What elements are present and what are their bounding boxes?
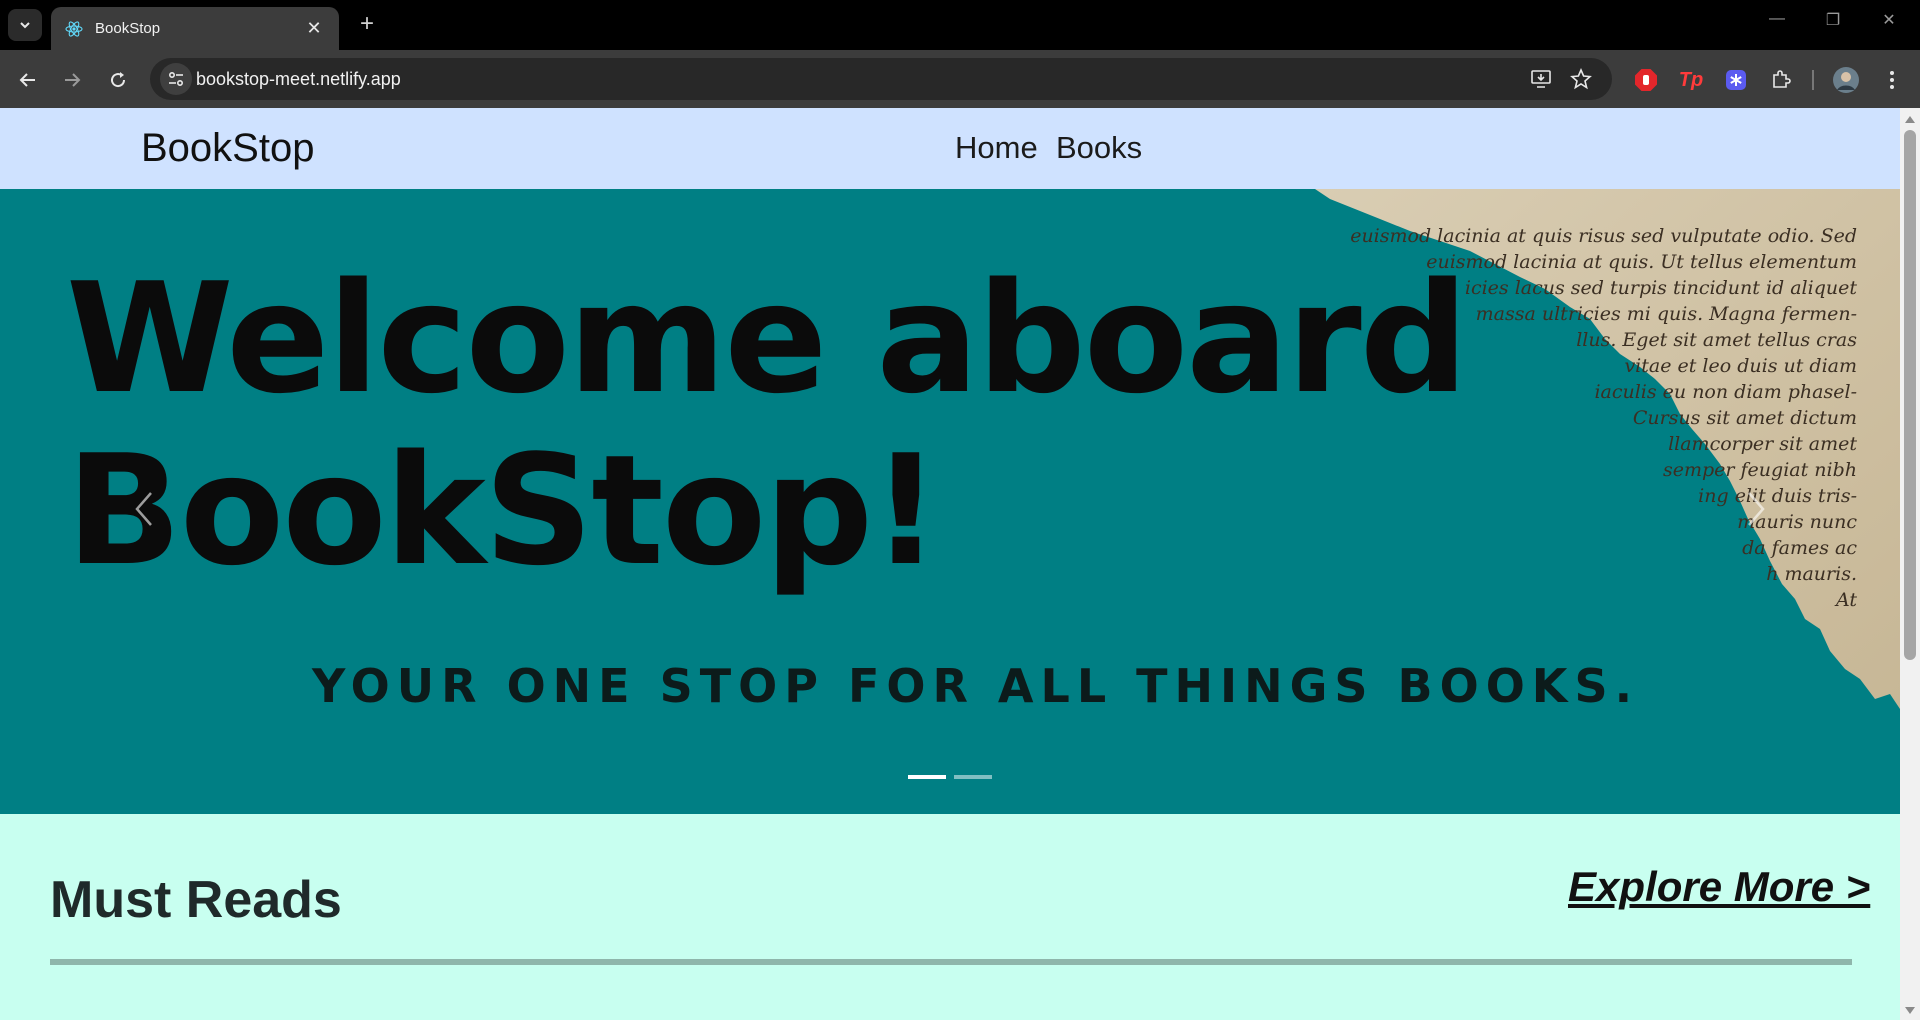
site-brand[interactable]: BookStop <box>141 126 314 171</box>
paper-text-line: h mauris. <box>1766 563 1857 585</box>
paper-text-line: iaculis eu non diam phasel- <box>1594 381 1857 403</box>
paper-text-line: vitae et leo duis ut diam <box>1624 355 1857 377</box>
paper-text-line: euismod lacinia at quis. Ut tellus eleme… <box>1426 251 1857 273</box>
tp-icon[interactable]: Tp <box>1677 66 1705 94</box>
paper-text-line: llamcorper sit amet <box>1668 433 1857 455</box>
section-divider <box>50 959 1852 965</box>
carousel-prev-button[interactable] <box>124 479 164 539</box>
paper-text-line: ing elit duis tris- <box>1698 485 1857 507</box>
asterisk-icon[interactable] <box>1722 66 1750 94</box>
back-button[interactable] <box>14 66 42 94</box>
explore-more-link[interactable]: Explore More > <box>1568 863 1870 911</box>
paper-text-line: Cursus sit amet dictum <box>1633 407 1857 429</box>
address-bar[interactable]: bookstop-meet.netlify.app <box>150 58 1612 100</box>
hero-carousel: euismod lacinia at quis risus sed vulput… <box>0 189 1900 814</box>
must-reads-title: Must Reads <box>50 871 342 929</box>
carousel-next-button[interactable] <box>1736 479 1776 539</box>
reload-icon <box>111 72 126 88</box>
paper-text-line: euismod lacinia at quis risus sed vulput… <box>1350 225 1857 247</box>
tp-icon-label: Tp <box>1678 68 1704 91</box>
carousel-indicator[interactable] <box>954 775 992 779</box>
reload-button[interactable] <box>104 66 132 94</box>
url-text[interactable]: bookstop-meet.netlify.app <box>196 69 401 90</box>
tab-strip: BookStop ✕ + — ❐ ✕ <box>0 0 1920 50</box>
bookmark-star-icon[interactable] <box>1570 68 1592 90</box>
install-app-icon[interactable] <box>1530 68 1552 90</box>
paper-text-line: At <box>1834 589 1857 611</box>
page-scrollbar[interactable] <box>1900 108 1920 1020</box>
page-content: BookStop Home Books euismod lacinia at q… <box>0 108 1900 1020</box>
hero-headline-line2: BookStop! <box>66 422 940 599</box>
paper-text-line: massa ultricies mi quis. Magna fermen- <box>1476 303 1857 325</box>
scroll-down-arrow[interactable] <box>1905 1007 1915 1014</box>
minimize-button[interactable]: — <box>1762 10 1792 28</box>
browser-window: BookStop ✕ + — ❐ ✕ bookstop-meet.netlify… <box>0 0 1920 1020</box>
carousel-indicator[interactable] <box>908 775 946 779</box>
paper-text-line: llus. Eget sit amet tellus cras <box>1576 329 1857 351</box>
forward-button[interactable] <box>58 66 86 94</box>
chevron-down-icon <box>20 22 30 29</box>
tune-icon <box>168 71 184 87</box>
chevron-right-icon <box>1748 492 1765 526</box>
close-icon[interactable]: ✕ <box>303 18 325 39</box>
tab-search-button[interactable] <box>8 9 42 41</box>
arrow-right-icon <box>65 73 81 87</box>
hero-tagline: YOUR ONE STOP FOR ALL THINGS BOOKS. <box>312 659 1640 713</box>
carousel-indicators <box>908 775 992 779</box>
tab-title: BookStop <box>95 20 161 37</box>
restore-button[interactable]: ❐ <box>1818 10 1848 30</box>
site-info-button[interactable] <box>160 63 192 95</box>
puzzle-icon[interactable] <box>1767 66 1795 94</box>
site-navbar: BookStop Home Books <box>0 108 1900 189</box>
avatar[interactable] <box>1832 66 1860 94</box>
scroll-thumb[interactable] <box>1904 130 1916 660</box>
arrow-left-icon <box>19 73 35 87</box>
paper-text-line: icies lacus sed turpis tincidunt id aliq… <box>1465 277 1857 299</box>
new-tab-button[interactable]: + <box>352 10 382 38</box>
nav-link-home[interactable]: Home <box>955 130 1038 166</box>
toolbar-separator <box>1812 70 1814 90</box>
nav-link-books[interactable]: Books <box>1056 130 1142 166</box>
window-close-button[interactable]: ✕ <box>1874 10 1904 30</box>
tab-bookstop[interactable]: BookStop ✕ <box>51 7 339 50</box>
react-icon <box>65 20 83 38</box>
kebab-menu-icon[interactable] <box>1878 66 1906 94</box>
hero-headline: Welcome aboard BookStop! <box>66 250 1468 599</box>
paper-text-line: da fames ac <box>1742 537 1857 559</box>
scroll-up-arrow[interactable] <box>1905 116 1915 123</box>
stop-hand-icon[interactable] <box>1632 66 1660 94</box>
paper-text-line: semper feugiat nibh <box>1663 459 1857 481</box>
hero-headline-line1: Welcome aboard <box>66 250 1468 427</box>
browser-toolbar: bookstop-meet.netlify.app Tp <box>0 50 1920 108</box>
chevron-left-icon <box>135 492 152 526</box>
